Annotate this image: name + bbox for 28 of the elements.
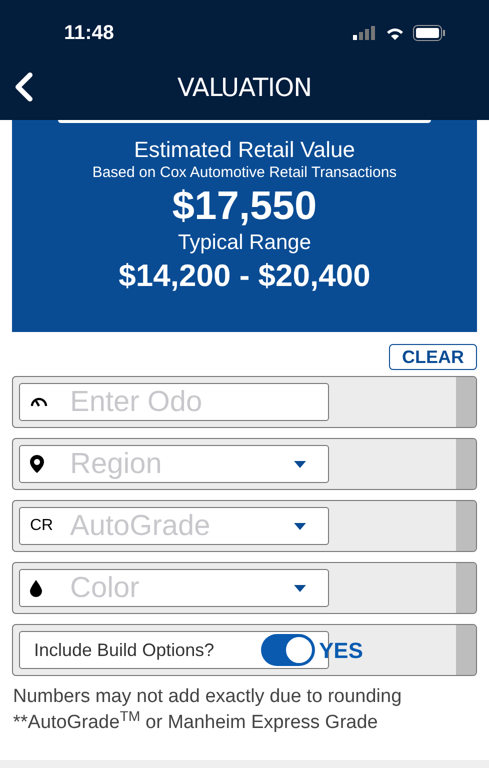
range-label: Typical Range [178, 230, 312, 256]
drop-icon [30, 580, 42, 596]
page-title: VALUATION [177, 72, 312, 104]
footnote: Numbers may not add exactly due to rounding [13, 685, 403, 709]
location-pin-icon [30, 455, 44, 473]
battery-icon [413, 25, 445, 41]
wifi-icon [385, 26, 405, 40]
build-options-value: YES [319, 636, 364, 664]
panel-subtitle: Based on Cox Automotive Retail Transactions [92, 164, 397, 182]
back-chevron-icon [13, 72, 33, 102]
row-side-strip [456, 625, 476, 675]
row-side-strip [456, 377, 476, 427]
gauge-icon [30, 396, 48, 408]
dropdown-caret-icon [294, 460, 306, 468]
footnote: **AutoGrade$^{TM}$ or Manheim Express Grade [13, 710, 379, 735]
row-side-strip [456, 439, 476, 489]
grade-prefix: CR [30, 516, 54, 536]
dropdown-caret-icon [294, 584, 306, 592]
status-time: 11:48 [64, 21, 114, 46]
dropdown-caret-icon [294, 522, 306, 530]
retail-value: $17,550 [172, 183, 317, 230]
row-side-strip [456, 563, 476, 613]
range-value: $14,200 - $20,400 [118, 257, 370, 295]
build-options-label: Include Build Options? [34, 638, 214, 662]
panel-title: Estimated Retail Value [134, 136, 355, 164]
row-side-strip [456, 501, 476, 551]
signal-icon [353, 26, 377, 40]
clear-button[interactable]: CLEAR [389, 344, 477, 370]
